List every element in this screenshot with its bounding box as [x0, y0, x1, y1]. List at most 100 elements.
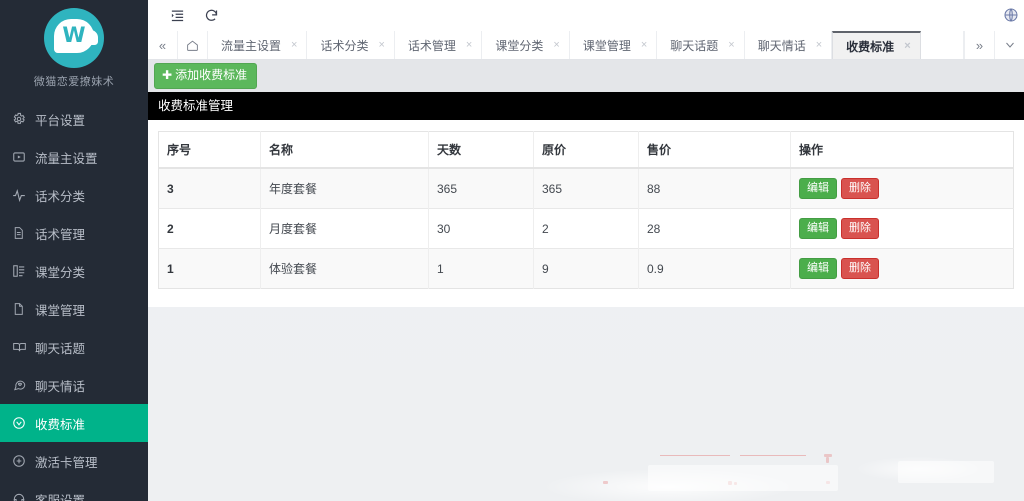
cell-id: 3	[159, 168, 261, 209]
close-icon[interactable]: ×	[466, 40, 472, 51]
plus-circle-icon	[12, 453, 32, 469]
sidebar-item-platform-settings[interactable]: 平台设置	[0, 100, 148, 138]
sidebar-item-script-category[interactable]: 话术分类	[0, 176, 148, 214]
close-icon[interactable]: ×	[553, 40, 559, 51]
panel-body: 序号 名称 天数 原价 售价 操作 3 年度套餐	[148, 120, 1024, 307]
tab-traffic-settings[interactable]: 流量主设置 ×	[208, 31, 307, 59]
tab-label: 话术管理	[408, 37, 456, 54]
sidebar-item-label: 平台设置	[35, 110, 85, 129]
refresh-icon[interactable]	[194, 1, 228, 31]
cell-days: 1	[429, 249, 534, 289]
document-icon	[12, 301, 32, 317]
tab-label: 话术分类	[320, 37, 368, 54]
tab-label: 聊天情话	[758, 37, 806, 54]
sidebar-item-traffic-settings[interactable]: 流量主设置	[0, 138, 148, 176]
column-header-id: 序号	[159, 132, 261, 169]
tab-label: 课堂分类	[495, 37, 543, 54]
add-pricing-standard-button[interactable]: ✚添加收费标准	[154, 63, 257, 89]
delete-button[interactable]: 删除	[841, 258, 879, 279]
sidebar-item-script-manage[interactable]: 话术管理	[0, 214, 148, 252]
close-icon[interactable]: ×	[728, 40, 734, 51]
home-icon[interactable]	[178, 31, 208, 59]
add-button-label: 添加收费标准	[175, 68, 247, 82]
close-icon[interactable]: ×	[378, 40, 384, 51]
sidebar-item-label: 课堂管理	[35, 300, 85, 319]
cell-actions: 编辑删除	[791, 209, 1014, 249]
edit-button[interactable]: 编辑	[799, 218, 837, 239]
tab-script-manage[interactable]: 话术管理 ×	[395, 31, 482, 59]
artifact-dot	[826, 481, 830, 484]
sidebar-item-customer-service[interactable]: 客服设置	[0, 480, 148, 501]
brand-name: 微猫恋爱撩妹术	[0, 75, 148, 89]
sidebar-item-chat-topic[interactable]: 聊天话题	[0, 328, 148, 366]
book-open-icon	[12, 339, 32, 355]
edit-button[interactable]: 编辑	[799, 178, 837, 199]
cell-sale-price: 0.9	[639, 249, 791, 289]
table-row: 3 年度套餐 365 365 88 编辑删除	[159, 168, 1014, 209]
gear-icon	[12, 111, 32, 127]
sidebar-item-label: 话术分类	[35, 186, 85, 205]
artifact-line	[660, 455, 730, 456]
tab-class-manage[interactable]: 课堂管理 ×	[570, 31, 657, 59]
cell-sale-price: 88	[639, 168, 791, 209]
chevron-down-icon[interactable]	[994, 31, 1024, 59]
sidebar-item-class-category[interactable]: 课堂分类	[0, 252, 148, 290]
panel-title: 收费标准管理	[148, 92, 1024, 120]
sidebar-item-activation-card[interactable]: 激活卡管理	[0, 442, 148, 480]
cell-original-price: 2	[534, 209, 639, 249]
sidebar-item-label: 客服设置	[35, 490, 85, 501]
cell-name: 体验套餐	[261, 249, 429, 289]
tab-label: 课堂管理	[583, 37, 631, 54]
cell-actions: 编辑删除	[791, 168, 1014, 209]
sidebar: W 微猫恋爱撩妹术 平台设置	[0, 0, 148, 501]
sidebar-item-chat-love-words[interactable]: 聊天情话	[0, 366, 148, 404]
table-header-row: 序号 名称 天数 原价 售价 操作	[159, 132, 1014, 169]
sidebar-item-pricing-standard[interactable]: 收费标准	[0, 404, 148, 442]
cell-actions: 编辑删除	[791, 249, 1014, 289]
close-icon[interactable]: ×	[816, 40, 822, 51]
table-body: 3 年度套餐 365 365 88 编辑删除 2	[159, 168, 1014, 289]
close-icon[interactable]: ×	[904, 41, 910, 52]
plus-icon: ✚	[162, 68, 172, 82]
app-root: W 微猫恋爱撩妹术 平台设置	[0, 0, 1024, 501]
edit-button[interactable]: 编辑	[799, 258, 837, 279]
column-header-original-price: 原价	[534, 132, 639, 169]
tab-class-category[interactable]: 课堂分类 ×	[482, 31, 569, 59]
indent-list-icon[interactable]	[160, 1, 194, 31]
artifact-block	[898, 461, 994, 483]
globe-avatar-icon[interactable]	[1000, 4, 1022, 26]
delete-button[interactable]: 删除	[841, 218, 879, 239]
sidebar-item-label: 收费标准	[35, 414, 85, 433]
headset-icon	[12, 491, 32, 501]
delete-button[interactable]: 删除	[841, 178, 879, 199]
sidebar-item-label: 流量主设置	[35, 148, 98, 167]
tab-pricing-standard[interactable]: 收费标准 ×	[832, 31, 920, 59]
double-chevron-left-icon[interactable]: «	[148, 31, 178, 59]
tab-script-category[interactable]: 话术分类 ×	[307, 31, 394, 59]
artifact-dot	[734, 482, 737, 485]
cell-id: 2	[159, 209, 261, 249]
tab-chat-love-words[interactable]: 聊天情话 ×	[745, 31, 832, 59]
close-icon[interactable]: ×	[641, 40, 647, 51]
artifact-dot	[826, 457, 829, 463]
artifact-dot	[824, 454, 832, 457]
column-header-days: 天数	[429, 132, 534, 169]
tab-filler	[921, 31, 964, 59]
cell-days: 30	[429, 209, 534, 249]
table-head: 序号 名称 天数 原价 售价 操作	[159, 132, 1014, 169]
cell-original-price: 365	[534, 168, 639, 209]
logo-letter: W	[44, 22, 104, 48]
artifact-dot	[728, 481, 732, 485]
table-row: 1 体验套餐 1 9 0.9 编辑删除	[159, 249, 1014, 289]
double-chevron-right-icon[interactable]: »	[964, 31, 994, 59]
artifact-line	[740, 455, 806, 456]
cell-id: 1	[159, 249, 261, 289]
brand-block: W 微猫恋爱撩妹术	[0, 0, 148, 89]
tab-chat-topic[interactable]: 聊天话题 ×	[657, 31, 744, 59]
sidebar-item-class-manage[interactable]: 课堂管理	[0, 290, 148, 328]
close-icon[interactable]: ×	[291, 40, 297, 51]
content-area: ✚添加收费标准 收费标准管理 序号 名称 天数	[148, 60, 1024, 501]
badge-check-icon	[12, 415, 32, 431]
cell-sale-price: 28	[639, 209, 791, 249]
render-artifact-overlay	[148, 429, 1024, 501]
